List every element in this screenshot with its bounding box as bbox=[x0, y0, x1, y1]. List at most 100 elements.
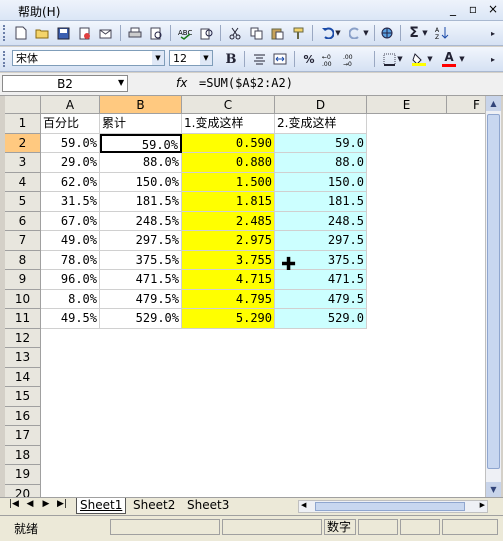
column-header-b[interactable]: B bbox=[100, 96, 182, 114]
row-header[interactable]: 15 bbox=[5, 387, 41, 407]
cell[interactable]: 4.795 bbox=[182, 289, 275, 309]
cell[interactable]: 49.0% bbox=[41, 231, 100, 251]
prev-sheet-icon[interactable]: ◀ bbox=[24, 499, 36, 509]
chevron-down-icon[interactable]: ▼ bbox=[152, 51, 164, 65]
scroll-up-icon[interactable]: ▲ bbox=[486, 96, 501, 111]
cut-icon[interactable] bbox=[226, 24, 244, 42]
vertical-scrollbar[interactable]: ▲ ▼ bbox=[485, 96, 501, 497]
cell[interactable]: 529.0 bbox=[275, 309, 367, 329]
row-header[interactable]: 2 bbox=[5, 133, 41, 153]
increase-decimal-icon[interactable]: ←0.00 bbox=[321, 50, 339, 68]
percent-style-button[interactable]: % bbox=[300, 50, 318, 68]
row-header[interactable]: 5 bbox=[5, 192, 41, 212]
next-sheet-icon[interactable]: ▶ bbox=[40, 499, 52, 509]
email-icon[interactable] bbox=[96, 24, 114, 42]
cell[interactable]: 49.5% bbox=[41, 309, 100, 329]
row-header[interactable]: 12 bbox=[5, 328, 41, 348]
menu-help[interactable]: 帮助(H) bbox=[18, 3, 60, 20]
chevron-down-icon[interactable]: ▼ bbox=[118, 78, 124, 87]
research-icon[interactable] bbox=[197, 24, 215, 42]
row-header[interactable]: 16 bbox=[5, 406, 41, 426]
cell[interactable]: 8.0% bbox=[41, 289, 100, 309]
cell[interactable]: 3.755 bbox=[182, 250, 275, 270]
align-center-icon[interactable] bbox=[250, 50, 268, 68]
row-header[interactable]: 19 bbox=[5, 465, 41, 485]
cell[interactable]: 479.5% bbox=[100, 289, 182, 309]
hscroll-thumb[interactable] bbox=[315, 502, 465, 511]
cell[interactable]: 2.485 bbox=[182, 211, 275, 231]
cell[interactable]: 375.5% bbox=[100, 250, 182, 270]
toolbar-grip[interactable] bbox=[3, 25, 8, 41]
fill-color-dropdown-icon[interactable]: ▼ bbox=[426, 50, 434, 68]
cell[interactable]: 2.975 bbox=[182, 231, 275, 251]
cell[interactable]: 1.815 bbox=[182, 192, 275, 212]
toolbar-grip[interactable] bbox=[3, 51, 8, 67]
column-header-f[interactable]: F bbox=[447, 96, 485, 114]
row-header[interactable]: 11 bbox=[5, 309, 41, 329]
row-header[interactable]: 18 bbox=[5, 445, 41, 465]
row-header[interactable]: 7 bbox=[5, 231, 41, 251]
row-header[interactable]: 13 bbox=[5, 348, 41, 368]
name-box[interactable]: B2 bbox=[2, 75, 128, 92]
copy-icon[interactable] bbox=[247, 24, 265, 42]
cell[interactable]: 累计 bbox=[100, 114, 182, 134]
cell[interactable]: 31.5% bbox=[41, 192, 100, 212]
cell[interactable]: 2.变成这样 bbox=[275, 114, 367, 134]
column-header-a[interactable]: A bbox=[41, 96, 100, 114]
toolbar-options-icon[interactable]: ▸ bbox=[487, 24, 499, 42]
row-header[interactable]: 9 bbox=[5, 270, 41, 290]
new-file-icon[interactable] bbox=[12, 24, 30, 42]
column-header-c[interactable]: C bbox=[182, 96, 275, 114]
cell[interactable]: 4.715 bbox=[182, 270, 275, 290]
cell[interactable]: 150.0 bbox=[275, 172, 367, 192]
save-icon[interactable] bbox=[54, 24, 72, 42]
row-header[interactable]: 6 bbox=[5, 211, 41, 231]
autosum-dropdown-icon[interactable]: ▼ bbox=[421, 24, 429, 42]
scroll-thumb[interactable] bbox=[487, 114, 500, 469]
cell[interactable]: 29.0% bbox=[41, 153, 100, 173]
row-header[interactable]: 20 bbox=[5, 484, 41, 497]
font-color-dropdown-icon[interactable]: ▼ bbox=[458, 50, 466, 68]
cell[interactable]: 529.0% bbox=[100, 309, 182, 329]
row-header[interactable]: 1 bbox=[5, 114, 41, 134]
cell[interactable]: 181.5% bbox=[100, 192, 182, 212]
cell[interactable]: 297.5 bbox=[275, 231, 367, 251]
cell[interactable]: 0.590 bbox=[182, 133, 275, 153]
restore-icon[interactable]: ▫ bbox=[466, 2, 480, 16]
redo-dropdown-icon[interactable]: ▼ bbox=[362, 24, 370, 42]
permission-icon[interactable] bbox=[75, 24, 93, 42]
cell[interactable]: 78.0% bbox=[41, 250, 100, 270]
select-all-corner[interactable] bbox=[5, 96, 41, 114]
open-folder-icon[interactable] bbox=[33, 24, 51, 42]
cell[interactable]: 181.5 bbox=[275, 192, 367, 212]
cell[interactable]: 59.0 bbox=[275, 133, 367, 153]
row-header[interactable]: 10 bbox=[5, 289, 41, 309]
tab-sheet2[interactable]: Sheet2 bbox=[130, 498, 178, 513]
scroll-down-icon[interactable]: ▼ bbox=[486, 482, 501, 497]
last-sheet-icon[interactable]: ▶| bbox=[56, 499, 68, 509]
sort-ascending-icon[interactable]: AZ bbox=[433, 24, 451, 42]
formula-input[interactable]: =SUM($A$2:A2) bbox=[199, 76, 293, 90]
cell[interactable]: 248.5 bbox=[275, 211, 367, 231]
row-header[interactable]: 3 bbox=[5, 153, 41, 173]
worksheet-grid[interactable]: ABCDEF 1 2 3 4 5 6 7 8 9 10 11 12 13 14 15 16 17 18 19 20 百… bbox=[5, 96, 485, 497]
cell[interactable]: 62.0% bbox=[41, 172, 100, 192]
cell[interactable]: 96.0% bbox=[41, 270, 100, 290]
insert-function-button[interactable]: fx bbox=[176, 76, 187, 90]
cell[interactable]: 0.880 bbox=[182, 153, 275, 173]
print-icon[interactable] bbox=[126, 24, 144, 42]
close-icon[interactable]: × bbox=[486, 2, 500, 16]
cell[interactable]: 248.5% bbox=[100, 211, 182, 231]
font-color-button[interactable]: A bbox=[440, 50, 458, 68]
merge-center-icon[interactable] bbox=[271, 50, 289, 68]
cell[interactable]: 150.0% bbox=[100, 172, 182, 192]
horizontal-scrollbar[interactable]: ◀ ▶ bbox=[298, 500, 488, 513]
cell[interactable]: 479.5 bbox=[275, 289, 367, 309]
print-preview-icon[interactable] bbox=[147, 24, 165, 42]
cell[interactable]: 88.0% bbox=[100, 153, 182, 173]
cell[interactable]: 471.5% bbox=[100, 270, 182, 290]
cell[interactable]: 百分比 bbox=[41, 114, 100, 134]
row-header[interactable]: 17 bbox=[5, 426, 41, 446]
borders-dropdown-icon[interactable]: ▼ bbox=[396, 50, 404, 68]
bold-button[interactable]: B bbox=[222, 50, 240, 68]
